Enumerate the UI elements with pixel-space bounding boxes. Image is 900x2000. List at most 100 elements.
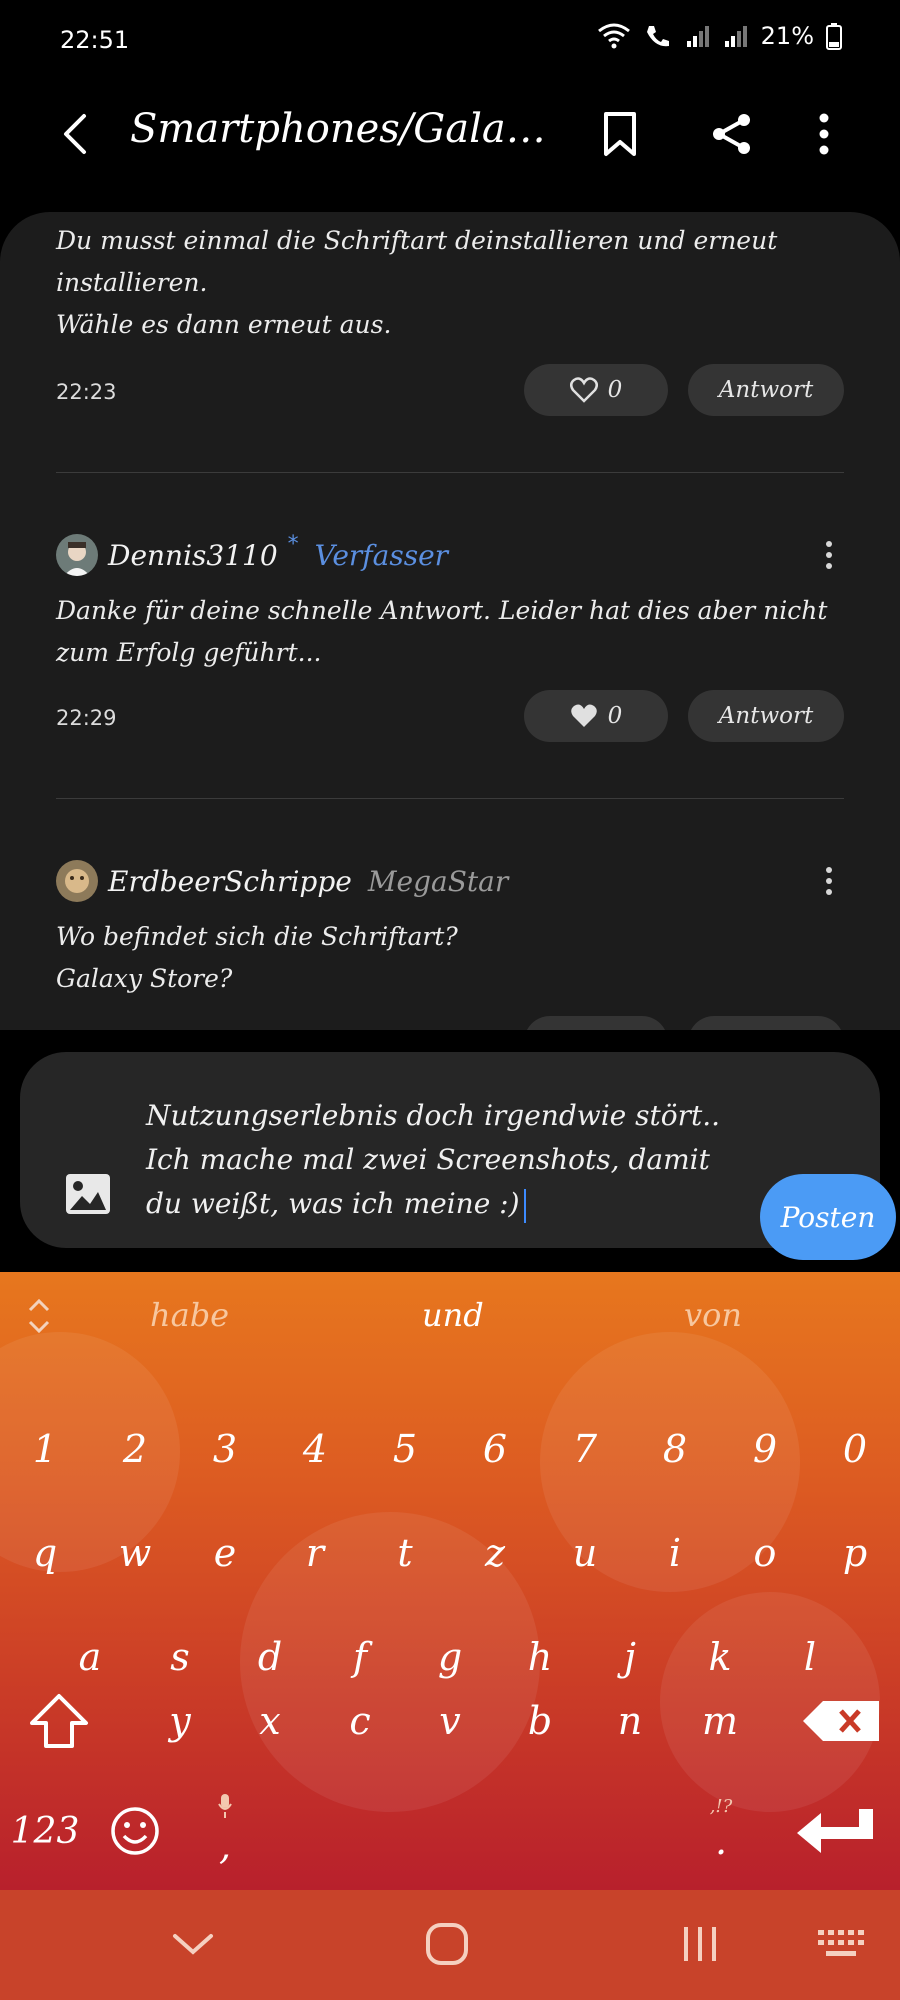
comment-input[interactable]: Nutzungserlebnis doch irgendwie stört.. … [146, 1094, 746, 1226]
suggestion-3[interactable]: von [684, 1296, 742, 1334]
letter-key-e[interactable]: e [180, 1508, 270, 1598]
number-key-5[interactable]: 5 [360, 1404, 450, 1494]
reply-button[interactable] [688, 1016, 844, 1030]
letter-key-z[interactable]: z [450, 1508, 540, 1598]
comment-author-row: Dennis3110 * Verfasser [56, 532, 448, 578]
suggestion-2[interactable]: und [422, 1296, 484, 1334]
back-button[interactable] [50, 104, 100, 164]
number-key-7[interactable]: 7 [540, 1404, 630, 1494]
home-button[interactable] [412, 1914, 482, 1974]
home-icon [426, 1923, 468, 1965]
enter-key[interactable] [786, 1786, 886, 1876]
letter-key-x[interactable]: x [225, 1676, 315, 1766]
letter-key-v[interactable]: v [405, 1676, 495, 1766]
comment-input-text: Nutzungserlebnis doch irgendwie stört.. … [146, 1099, 721, 1220]
post-button[interactable]: Posten [760, 1174, 896, 1260]
letter-key-n[interactable]: n [585, 1676, 675, 1766]
signal-icon-2 [724, 26, 747, 47]
keyboard-switch-button[interactable] [806, 1914, 876, 1974]
share-button[interactable] [702, 104, 762, 164]
letter-key-o[interactable]: o [720, 1508, 810, 1598]
heart-icon [569, 377, 598, 403]
number-key-3[interactable]: 3 [180, 1404, 270, 1494]
comment-text: Danke für deine schnelle Antwort. Leider… [56, 596, 828, 667]
period-key[interactable]: ,!? . [676, 1786, 766, 1876]
comma-label: , [218, 1824, 232, 1868]
letter-key-q[interactable]: q [0, 1508, 90, 1598]
emoji-key[interactable] [90, 1786, 180, 1876]
suggestion-1[interactable]: habe [150, 1296, 229, 1334]
author-name[interactable]: ErdbeerSchrippe [108, 865, 352, 898]
symbols-key[interactable]: 123 [0, 1786, 90, 1876]
battery-icon [826, 23, 842, 50]
suggestion-bar: habe und von [0, 1272, 900, 1362]
signal-icon-1 [686, 26, 709, 47]
letter-key-i[interactable]: i [630, 1508, 720, 1598]
like-count: 0 [607, 703, 623, 729]
number-key-8[interactable]: 8 [630, 1404, 720, 1494]
shift-icon [30, 1694, 88, 1748]
letter-key-t[interactable]: t [360, 1508, 450, 1598]
letter-key-p[interactable]: p [810, 1508, 900, 1598]
shift-key[interactable] [14, 1676, 104, 1766]
more-options-button[interactable] [794, 104, 854, 164]
comma-key[interactable]: , [180, 1786, 270, 1876]
app-header: Smartphones/Galaxy… [0, 82, 900, 212]
punctuation-hint: ,!? [709, 1796, 733, 1817]
emoji-icon [111, 1807, 159, 1855]
number-key-1[interactable]: 1 [0, 1404, 90, 1494]
avatar[interactable] [56, 860, 98, 902]
keyboard-icon [818, 1930, 864, 1956]
like-button[interactable] [524, 1016, 668, 1030]
period-label: . [714, 1819, 728, 1863]
recent-apps-button[interactable] [665, 1914, 735, 1974]
comment-more-button[interactable] [814, 532, 844, 578]
comments-panel[interactable]: Du musst einmal die Schriftart deinstall… [0, 212, 900, 1030]
comment-author-row: ErdbeerSchrippe MegaStar [56, 858, 508, 904]
number-key-6[interactable]: 6 [450, 1404, 540, 1494]
letter-key-r[interactable]: r [270, 1508, 360, 1598]
number-key-2[interactable]: 2 [90, 1404, 180, 1494]
microphone-icon [218, 1794, 232, 1818]
backspace-icon [803, 1701, 879, 1741]
recent-apps-icon [684, 1927, 716, 1961]
navigation-bar [0, 1890, 900, 2000]
wifi-call-icon [646, 26, 669, 47]
status-icons: 21% [597, 22, 842, 50]
comment-text: Wo befindet sich die Schriftart? Galaxy … [56, 922, 458, 993]
like-button[interactable]: 0 [524, 364, 668, 416]
letter-key-b[interactable]: b [495, 1676, 585, 1766]
expand-toolbar-icon[interactable] [24, 1296, 54, 1336]
composer-area: Nutzungserlebnis doch irgendwie stört.. … [0, 1030, 900, 1272]
text-caret [523, 1188, 526, 1223]
author-badge: MegaStar [367, 864, 509, 898]
comment-time: 22:29 [56, 706, 117, 730]
reply-button[interactable]: Antwort [688, 690, 844, 742]
letter-key-m[interactable]: m [675, 1676, 765, 1766]
letter-key-w[interactable]: w [90, 1508, 180, 1598]
reply-button[interactable]: Antwort [688, 364, 844, 416]
attach-image-button[interactable] [64, 1170, 112, 1218]
status-bar: 22:51 21% [0, 0, 900, 82]
like-count: 0 [607, 377, 623, 403]
number-key-9[interactable]: 9 [720, 1404, 810, 1494]
backspace-key[interactable] [796, 1676, 886, 1766]
like-button[interactable]: 0 [524, 690, 668, 742]
avatar[interactable] [56, 534, 98, 576]
comment-more-button[interactable] [814, 858, 844, 904]
letter-key-c[interactable]: c [315, 1676, 405, 1766]
comment-time: 22:23 [56, 380, 117, 404]
letter-key-u[interactable]: u [540, 1508, 630, 1598]
enter-icon [797, 1809, 873, 1853]
number-key-4[interactable]: 4 [270, 1404, 360, 1494]
hide-keyboard-button[interactable] [158, 1914, 228, 1974]
comment-composer[interactable]: Nutzungserlebnis doch irgendwie stört.. … [20, 1052, 896, 1260]
author-name[interactable]: Dennis3110 [108, 539, 278, 572]
number-key-0[interactable]: 0 [810, 1404, 900, 1494]
letter-key-y[interactable]: y [135, 1676, 225, 1766]
battery-percentage: 21% [760, 22, 814, 50]
comment-text: Du musst einmal die Schriftart deinstall… [56, 226, 778, 339]
bookmark-button[interactable] [590, 104, 650, 164]
bookmark-icon [604, 112, 636, 156]
divider [56, 798, 844, 799]
